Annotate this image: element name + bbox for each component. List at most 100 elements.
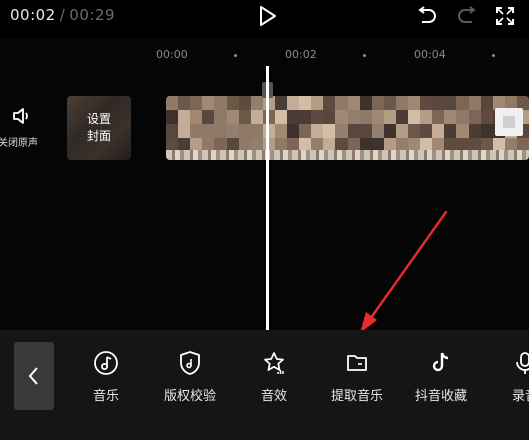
- thumbnail-pixel: [383, 96, 396, 110]
- tool-copyright-check[interactable]: 版权校验: [155, 350, 225, 404]
- thumbnail-pixel: [323, 96, 336, 110]
- ruler-dot: [363, 54, 366, 57]
- thumbnail-pixel: [311, 96, 324, 110]
- thumbnail-pixel: [420, 110, 433, 124]
- fullscreen-icon: [496, 7, 514, 25]
- tool-label: 提取音乐: [330, 389, 383, 404]
- thumbnail-pixel: [408, 124, 421, 138]
- ruler-label: 00:04: [414, 48, 446, 61]
- thumbnail-pixel: [226, 96, 239, 110]
- thumbnail-pixel: [359, 110, 372, 124]
- folder-icon: [344, 350, 370, 376]
- thumbnail-pixel: [166, 110, 179, 124]
- thumbnail-pixel: [250, 110, 263, 124]
- back-button[interactable]: [14, 342, 54, 410]
- thumbnail-pixel: [274, 110, 287, 124]
- star-audio-icon: [261, 350, 287, 376]
- tool-music[interactable]: 音乐: [71, 350, 141, 404]
- shield-music-icon: [177, 350, 203, 376]
- thumbnail-pixel: [335, 110, 348, 124]
- tool-sound-effects[interactable]: 音效: [239, 350, 309, 404]
- thumbnail-pixel: [202, 96, 215, 110]
- undo-button[interactable]: [415, 4, 439, 28]
- thumbnail-pixel: [383, 124, 396, 138]
- thumbnail-pixel: [202, 110, 215, 124]
- thumbnail-pixel: [420, 124, 433, 138]
- thumbnail-pixel: [468, 110, 481, 124]
- douyin-icon: [428, 350, 454, 376]
- thumbnail-pixel: [408, 110, 421, 124]
- thumbnail-pixel: [299, 124, 312, 138]
- thumbnail-pixel: [480, 96, 493, 110]
- top-bar: 00:02/00:29: [0, 0, 529, 38]
- bottom-toolbar: 音乐 版权校验 音效 提取音乐 抖音收藏 录: [0, 330, 529, 440]
- mute-original-label: 关闭原声: [0, 138, 38, 149]
- thumbnail-pixel: [395, 110, 408, 124]
- set-cover-button[interactable]: 设置 封面: [67, 96, 131, 160]
- mute-original-button[interactable]: [0, 106, 44, 130]
- thumbnail-pixel: [347, 96, 360, 110]
- thumbnail-pixel: [287, 110, 300, 124]
- video-editor: 00:02/00:29 00:00 00:02 00:04 关闭原声 设置 封面…: [0, 0, 529, 440]
- thumbnail-pixel: [371, 96, 384, 110]
- tool-douyin-favorites[interactable]: 抖音收藏: [406, 350, 476, 404]
- thumbnail-pixel: [323, 110, 336, 124]
- thumbnail-pixel: [432, 96, 445, 110]
- thumbnail-pixel: [238, 96, 251, 110]
- tool-record[interactable]: 录音: [490, 350, 529, 404]
- time-display: 00:02/00:29: [10, 6, 115, 24]
- redo-button[interactable]: [455, 4, 479, 28]
- thumbnail-pixel: [238, 124, 251, 138]
- clip-audio-strip: [166, 150, 529, 160]
- time-separator: /: [59, 6, 66, 24]
- thumbnail-pixel: [299, 96, 312, 110]
- thumbnail-pixel: [395, 124, 408, 138]
- thumbnail-pixel: [311, 110, 324, 124]
- thumbnail-pixel: [287, 96, 300, 110]
- thumbnail-pixel: [480, 110, 493, 124]
- playhead[interactable]: [266, 66, 269, 332]
- thumbnail-pixel: [383, 110, 396, 124]
- thumbnail-pixel: [432, 110, 445, 124]
- thumbnail-pixel: [202, 124, 215, 138]
- thumbnail-pixel: [456, 96, 469, 110]
- current-time: 00:02: [10, 6, 56, 24]
- thumbnail-pixel: [250, 96, 263, 110]
- thumbnail-pixel: [214, 110, 227, 124]
- thumbnail-pixel: [166, 96, 179, 110]
- microphone-icon: [512, 350, 529, 376]
- ruler-label: 00:02: [285, 48, 317, 61]
- fullscreen-button[interactable]: [493, 4, 517, 28]
- thumbnail-pixel: [214, 124, 227, 138]
- speaker-icon: [13, 108, 28, 124]
- thumbnail-pixel: [456, 124, 469, 138]
- thumbnail-pixel: [226, 124, 239, 138]
- video-clip[interactable]: [166, 96, 529, 160]
- thumbnail-pixel: [408, 96, 421, 110]
- thumbnail-pixel: [444, 96, 457, 110]
- thumbnail-pixel: [190, 124, 203, 138]
- ruler-label: 00:00: [156, 48, 188, 61]
- video-thumbnails: [166, 96, 529, 152]
- thumbnail-pixel: [166, 124, 179, 138]
- thumbnail-pixel: [335, 124, 348, 138]
- thumbnail-pixel: [444, 110, 457, 124]
- thumbnail-pixel: [190, 96, 203, 110]
- play-icon: [260, 6, 276, 26]
- clip-end-handle[interactable]: [495, 108, 523, 136]
- play-button[interactable]: [256, 4, 280, 28]
- thumbnail-pixel: [480, 124, 493, 138]
- tool-extract-music[interactable]: 提取音乐: [322, 350, 392, 404]
- thumbnail-pixel: [287, 124, 300, 138]
- thumbnail-pixel: [359, 124, 372, 138]
- thumbnail-pixel: [456, 110, 469, 124]
- thumbnail-pixel: [468, 124, 481, 138]
- cover-label-line1: 设置: [86, 112, 111, 126]
- thumbnail-pixel: [371, 110, 384, 124]
- tool-label: 音乐: [92, 389, 119, 404]
- thumbnail-pixel: [323, 124, 336, 138]
- cover-text: 设置 封面: [67, 96, 131, 160]
- ruler-dot: [234, 54, 237, 57]
- thumbnail-pixel: [238, 110, 251, 124]
- thumbnail-pixel: [359, 96, 372, 110]
